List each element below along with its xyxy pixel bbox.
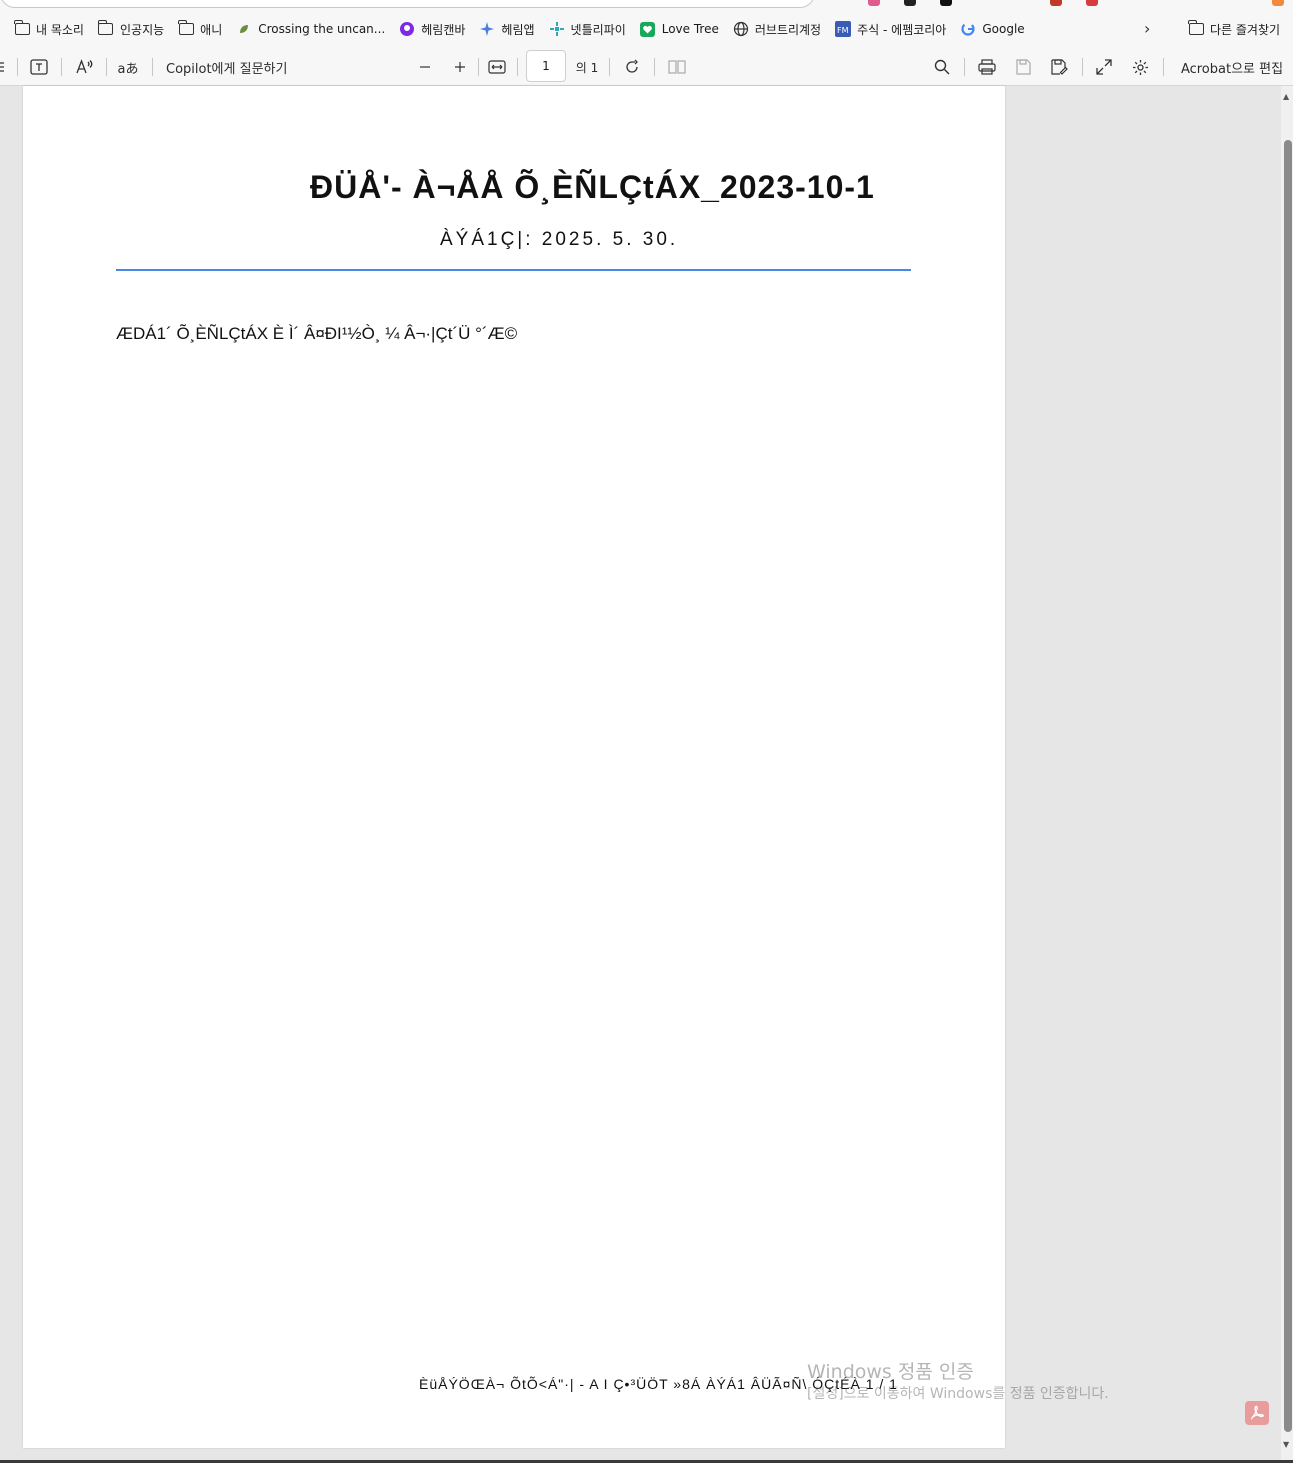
folder-icon bbox=[178, 20, 194, 37]
favorite-hyerim-app[interactable]: 헤림앱 bbox=[471, 15, 540, 43]
google-icon bbox=[960, 21, 976, 37]
favorite-label: 주식 - 에펨코리아 bbox=[857, 22, 947, 37]
search-icon[interactable] bbox=[931, 48, 953, 86]
toolbar-divider bbox=[17, 58, 18, 76]
toolbar-divider bbox=[654, 58, 655, 76]
favorite-netlify[interactable]: 넷틀리파이 bbox=[541, 15, 632, 43]
svg-text:FM: FM bbox=[837, 26, 849, 35]
favorite-hyerim-canva[interactable]: 헤림캔바 bbox=[391, 15, 471, 43]
address-bar-strip bbox=[0, 0, 1293, 10]
contents-icon[interactable] bbox=[0, 48, 8, 86]
toolbar-divider bbox=[964, 58, 965, 76]
print-icon[interactable] bbox=[976, 48, 998, 86]
pdf-viewer: ÐÜÅ'- À¬ÅÅ Õ¸ÈÑLÇtÁX_2023-10-1 ÀÝÁ1Ç|: 2… bbox=[0, 86, 1293, 1463]
zoom-in-button[interactable] bbox=[450, 48, 470, 86]
favorite-label: Crossing the uncan... bbox=[258, 22, 386, 36]
favorite-label: Love Tree bbox=[661, 22, 719, 36]
toolbar-divider bbox=[478, 58, 479, 76]
favorite-label: 넷틀리파이 bbox=[570, 22, 626, 37]
globe-icon bbox=[733, 21, 749, 37]
translate-icon[interactable]: aあ bbox=[116, 48, 140, 86]
chevron-right-icon[interactable]: › bbox=[1144, 19, 1150, 38]
favorite-label: 인공지능 bbox=[119, 22, 165, 37]
two-page-view-icon[interactable] bbox=[666, 48, 688, 86]
folder-icon bbox=[14, 20, 30, 37]
favorite-crossing[interactable]: Crossing the uncan... bbox=[228, 15, 391, 43]
address-bar[interactable] bbox=[0, 0, 815, 8]
toolbar-divider bbox=[152, 58, 153, 76]
other-favorites[interactable]: 다른 즐겨찾기 bbox=[1180, 10, 1286, 48]
document-date: ÀÝÁ1Ç|: 2025. 5. 30. bbox=[440, 229, 679, 250]
folder-icon bbox=[98, 20, 114, 37]
fit-width-icon[interactable] bbox=[486, 48, 508, 86]
favorites-bar: 내 목소리 인공지능 애니 Crossing the uncan... 헤림캔바… bbox=[0, 10, 1293, 48]
favorite-label: 러브트리계정 bbox=[754, 22, 822, 37]
folder-icon bbox=[1188, 20, 1204, 37]
document-body-text: ÆDÁ1´ Õ¸ÈÑLÇtÁX È Ì´ Â¤ÐI¹½Ò¸ ¼ Â¬·|Çt´Ü… bbox=[116, 324, 518, 343]
favorite-google[interactable]: Google bbox=[952, 15, 1030, 43]
favorite-label: Google bbox=[982, 22, 1025, 36]
favorite-label: 헤림앱 bbox=[501, 22, 535, 37]
toolbar-divider bbox=[1082, 58, 1083, 76]
favorite-stocks-fmkorea[interactable]: FM 주식 - 에펨코리아 bbox=[827, 15, 952, 43]
document-title: ÐÜÅ'- À¬ÅÅ Õ¸ÈÑLÇtÁX_2023-10-1 bbox=[310, 169, 875, 205]
toolbar-divider bbox=[61, 58, 62, 76]
scroll-up-arrow-icon[interactable]: ▲ bbox=[1283, 92, 1289, 101]
pdf-page: ÐÜÅ'- À¬ÅÅ Õ¸ÈÑLÇtÁX_2023-10-1 ÀÝÁ1Ç|: 2… bbox=[23, 86, 1005, 1448]
rotate-icon[interactable] bbox=[621, 48, 643, 86]
read-aloud-icon[interactable] bbox=[73, 48, 95, 86]
extension-icon[interactable] bbox=[904, 0, 916, 6]
extension-icon[interactable] bbox=[1050, 0, 1062, 6]
fullscreen-icon[interactable] bbox=[1093, 48, 1115, 86]
leaf-icon bbox=[236, 21, 252, 37]
profile-icon[interactable] bbox=[1272, 0, 1284, 6]
zoom-out-button[interactable] bbox=[415, 48, 435, 86]
text-view-icon[interactable] bbox=[28, 48, 50, 86]
favorite-anime[interactable]: 애니 bbox=[170, 15, 228, 43]
toolbar-divider bbox=[1163, 58, 1164, 76]
toolbar-divider bbox=[609, 58, 610, 76]
canva-icon bbox=[399, 21, 415, 37]
acrobat-icon[interactable] bbox=[1245, 1401, 1269, 1425]
save-icon[interactable] bbox=[1012, 48, 1034, 86]
save-as-icon[interactable] bbox=[1048, 48, 1070, 86]
page-number-value: 1 bbox=[542, 59, 550, 73]
favorite-my-voice[interactable]: 내 목소리 bbox=[6, 15, 90, 43]
page-total: 의 1 bbox=[572, 48, 602, 86]
favorite-label: 헤림캔바 bbox=[421, 22, 466, 37]
page-total-label: 의 1 bbox=[575, 60, 599, 75]
favorite-label: 내 목소리 bbox=[36, 22, 84, 37]
extension-icon[interactable] bbox=[868, 0, 880, 6]
extension-icon[interactable] bbox=[1086, 0, 1098, 6]
love-tree-icon bbox=[640, 21, 656, 37]
toolbar-divider bbox=[517, 58, 518, 76]
fm-icon: FM bbox=[835, 21, 852, 37]
copilot-ask-label: Copilot에게 질문하기 bbox=[166, 61, 288, 77]
other-favorites-label: 다른 즐겨찾기 bbox=[1210, 22, 1281, 37]
page-number-input[interactable]: 1 bbox=[526, 50, 566, 82]
settings-gear-icon[interactable] bbox=[1129, 48, 1151, 86]
copilot-ask-button[interactable]: Copilot에게 질문하기 bbox=[166, 48, 296, 86]
scroll-down-arrow-icon[interactable]: ▼ bbox=[1283, 1440, 1289, 1449]
windows-activation-title: Windows 정품 인증 bbox=[807, 1361, 974, 1383]
favorite-love-tree-account[interactable]: 러브트리계정 bbox=[725, 15, 827, 43]
pdf-toolbar: aあ Copilot에게 질문하기 1 의 1 Acrobat으로 편집 bbox=[0, 48, 1293, 86]
extension-icon[interactable] bbox=[940, 0, 952, 6]
scrollbar-thumb[interactable] bbox=[1284, 140, 1292, 1432]
favorite-love-tree[interactable]: Love Tree bbox=[632, 15, 725, 43]
acrobat-edit-label: Acrobat으로 편집 bbox=[1180, 61, 1284, 77]
netlify-icon bbox=[549, 21, 565, 37]
windows-activation-subtitle: [설정]으로 이동하여 Windows를 정품 인증합니다. bbox=[807, 1386, 1109, 1402]
sparkle-icon bbox=[479, 21, 495, 37]
acrobat-edit-button[interactable]: Acrobat으로 편집 bbox=[1176, 48, 1288, 86]
favorite-label: 애니 bbox=[200, 22, 223, 37]
toolbar-divider bbox=[106, 58, 107, 76]
title-divider bbox=[116, 269, 911, 271]
favorite-ai[interactable]: 인공지능 bbox=[90, 15, 170, 43]
